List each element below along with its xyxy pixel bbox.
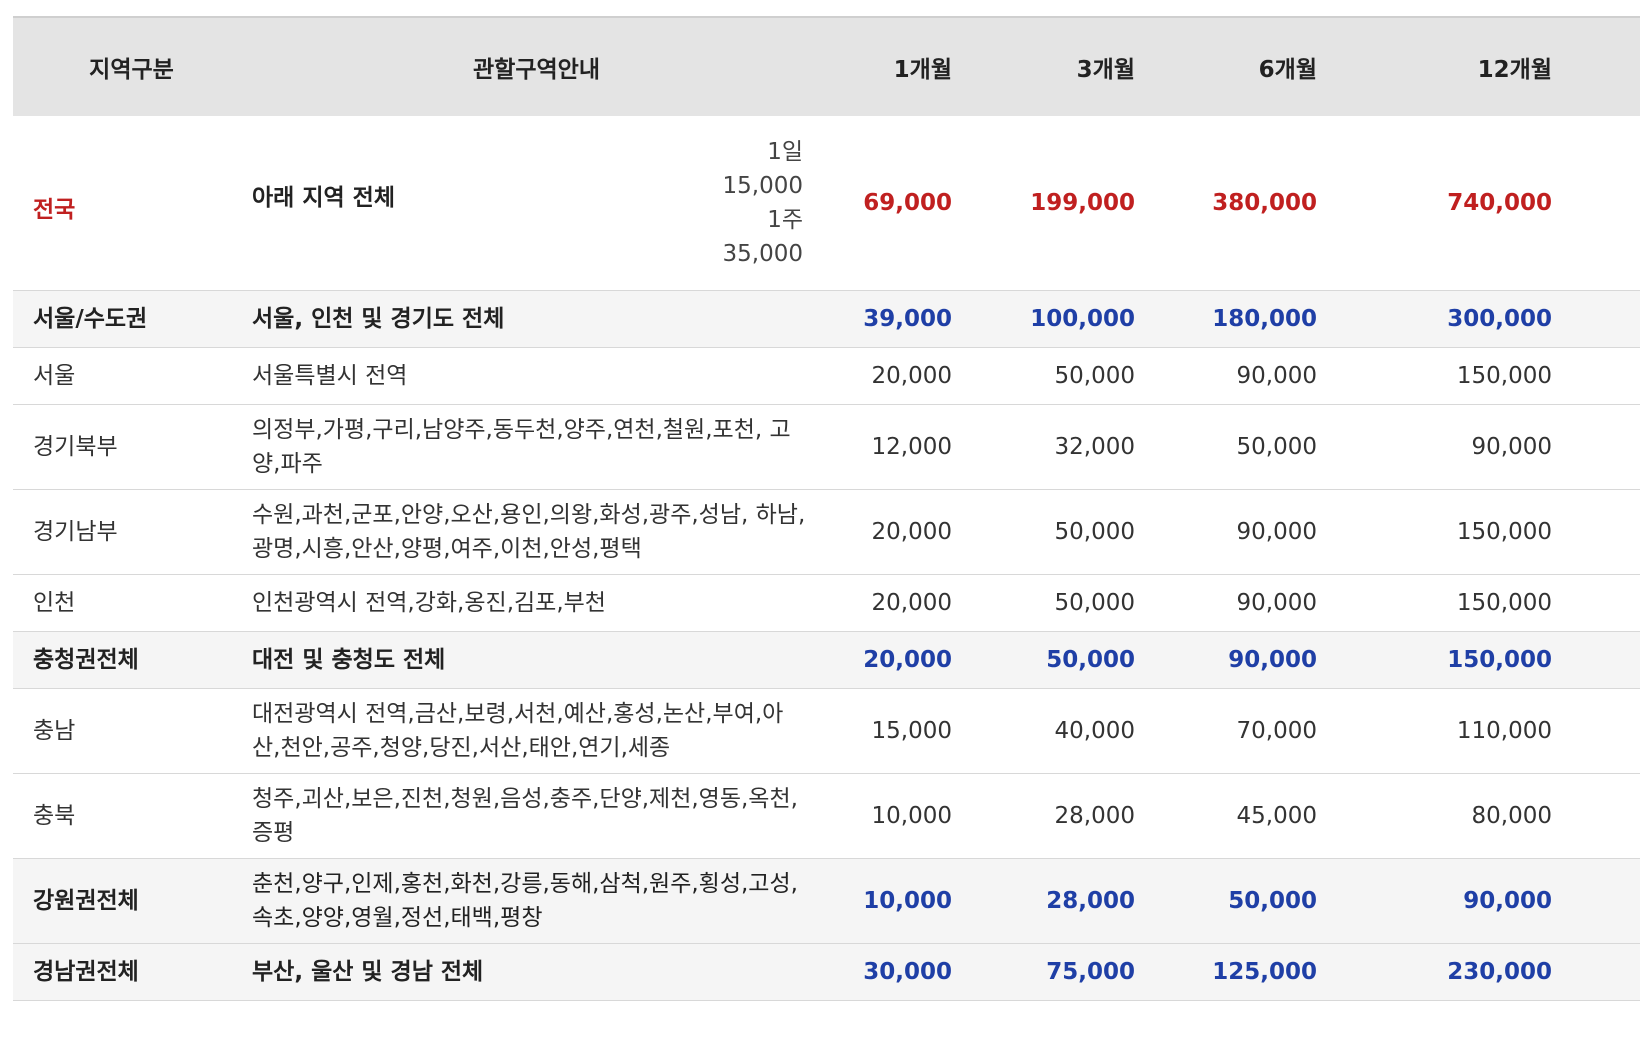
area-cell: 아래 지역 전체: [250, 116, 685, 291]
price-6-months: 90,000: [1190, 574, 1372, 632]
price-6-months: 70,000: [1190, 688, 1372, 774]
area-cell: 의정부,가평,구리,남양주,동두천,양주,연천,철원,포천, 고 양,파주: [250, 404, 823, 490]
region-cell: 인천: [13, 574, 250, 632]
price-6-months: 125,000: [1190, 943, 1372, 1001]
header-region: 지역구분: [13, 16, 250, 116]
price-12-months: 110,000: [1372, 688, 1640, 774]
header-6-months: 6개월: [1190, 16, 1372, 116]
table-row: 충남 대전광역시 전역,금산,보령,서천,예산,홍성,논산,부여,아 산,천안,…: [13, 688, 1640, 774]
price-1-month: 10,000: [823, 858, 1007, 944]
area-cell: 춘천,양구,인제,홍천,화천,강릉,동해,삼척,원주,횡성,고성, 속초,양양,…: [250, 858, 823, 944]
price-6-months: 90,000: [1190, 347, 1372, 405]
area-line: 수원,과천,군포,안양,오산,용인,의왕,화성,광주,성남, 하남,: [252, 502, 806, 528]
price-6-months: 50,000: [1190, 404, 1372, 490]
price-3-months: 28,000: [1007, 773, 1190, 859]
price-3-months: 50,000: [1007, 489, 1190, 575]
price-1-month: 12,000: [823, 404, 1007, 490]
price-1-month: 30,000: [823, 943, 1007, 1001]
week-price: 1주 35,000: [722, 207, 803, 267]
price-1-month: 10,000: [823, 773, 1007, 859]
price-1-month: 20,000: [823, 631, 1007, 689]
price-1-month: 39,000: [823, 290, 1007, 348]
price-1-month: 15,000: [823, 688, 1007, 774]
table-row-national: 전국 아래 지역 전체 1일 15,000 1주 35,000 69,000 1…: [13, 116, 1640, 291]
area-line: 속초,양양,영월,정선,태백,평창: [252, 905, 543, 931]
table-row: 충북 청주,괴산,보은,진천,청원,음성,충주,단양,제천,영동,옥천, 증평 …: [13, 773, 1640, 859]
price-6-months: 45,000: [1190, 773, 1372, 859]
price-6-months: 90,000: [1190, 631, 1372, 689]
table-row-group: 강원권전체 춘천,양구,인제,홍천,화천,강릉,동해,삼척,원주,횡성,고성, …: [13, 858, 1640, 944]
table-header-row: 지역구분 관할구역안내 1개월 3개월 6개월 12개월: [13, 16, 1640, 116]
price-6-months: 380,000: [1190, 116, 1372, 291]
area-cell: 인천광역시 전역,강화,옹진,김포,부천: [250, 574, 823, 632]
area-line: 증평: [252, 820, 295, 846]
region-cell: 서울/수도권: [13, 290, 250, 348]
table-row: 인천 인천광역시 전역,강화,옹진,김포,부천 20,000 50,000 90…: [13, 574, 1640, 632]
table-row-group: 충청권전체 대전 및 충청도 전체 20,000 50,000 90,000 1…: [13, 631, 1640, 689]
region-cell: 경기북부: [13, 404, 250, 490]
price-12-months: 740,000: [1372, 116, 1640, 291]
price-12-months: 150,000: [1372, 489, 1640, 575]
price-3-months: 50,000: [1007, 347, 1190, 405]
region-cell: 경기남부: [13, 489, 250, 575]
region-cell: 강원권전체: [13, 858, 250, 944]
price-1-month: 69,000: [823, 116, 1007, 291]
price-6-months: 180,000: [1190, 290, 1372, 348]
price-6-months: 50,000: [1190, 858, 1372, 944]
header-area: 관할구역안내: [250, 16, 823, 116]
header-12-months: 12개월: [1372, 16, 1640, 116]
price-12-months: 150,000: [1372, 631, 1640, 689]
price-3-months: 50,000: [1007, 574, 1190, 632]
price-3-months: 100,000: [1007, 290, 1190, 348]
area-cell: 부산, 울산 및 경남 전체: [250, 943, 823, 1001]
price-12-months: 150,000: [1372, 574, 1640, 632]
price-3-months: 199,000: [1007, 116, 1190, 291]
region-cell: 충청권전체: [13, 631, 250, 689]
table-row-group: 경남권전체 부산, 울산 및 경남 전체 30,000 75,000 125,0…: [13, 943, 1640, 1001]
price-1-month: 20,000: [823, 574, 1007, 632]
price-table-container: 지역구분 관할구역안내 1개월 3개월 6개월 12개월 전국 아래 지역 전체…: [13, 16, 1640, 1001]
price-1-month: 20,000: [823, 347, 1007, 405]
price-12-months: 90,000: [1372, 404, 1640, 490]
area-line: 양,파주: [252, 451, 323, 477]
price-12-months: 90,000: [1372, 858, 1640, 944]
region-cell: 서울: [13, 347, 250, 405]
region-cell: 전국: [13, 116, 250, 291]
area-line: 대전광역시 전역,금산,보령,서천,예산,홍성,논산,부여,아: [252, 701, 784, 727]
price-6-months: 90,000: [1190, 489, 1372, 575]
price-3-months: 50,000: [1007, 631, 1190, 689]
price-12-months: 300,000: [1372, 290, 1640, 348]
header-3-months: 3개월: [1007, 16, 1190, 116]
area-cell: 서울특별시 전역: [250, 347, 823, 405]
price-3-months: 28,000: [1007, 858, 1190, 944]
table-row: 경기북부 의정부,가평,구리,남양주,동두천,양주,연천,철원,포천, 고 양,…: [13, 404, 1640, 490]
price-12-months: 80,000: [1372, 773, 1640, 859]
day-week-price-cell: 1일 15,000 1주 35,000: [685, 116, 823, 291]
header-1-month: 1개월: [823, 16, 1007, 116]
price-12-months: 150,000: [1372, 347, 1640, 405]
price-3-months: 40,000: [1007, 688, 1190, 774]
table-row-group: 서울/수도권 서울, 인천 및 경기도 전체 39,000 100,000 18…: [13, 290, 1640, 348]
region-cell: 충북: [13, 773, 250, 859]
area-cell: 대전광역시 전역,금산,보령,서천,예산,홍성,논산,부여,아 산,천안,공주,…: [250, 688, 823, 774]
regional-price-table: 지역구분 관할구역안내 1개월 3개월 6개월 12개월 전국 아래 지역 전체…: [13, 16, 1640, 1001]
area-line: 광명,시흥,안산,양평,여주,이천,안성,평택: [252, 536, 642, 562]
table-row: 경기남부 수원,과천,군포,안양,오산,용인,의왕,화성,광주,성남, 하남, …: [13, 489, 1640, 575]
area-line: 청주,괴산,보은,진천,청원,음성,충주,단양,제천,영동,옥천,: [252, 786, 798, 812]
table-row: 서울 서울특별시 전역 20,000 50,000 90,000 150,000: [13, 347, 1640, 405]
area-cell: 청주,괴산,보은,진천,청원,음성,충주,단양,제천,영동,옥천, 증평: [250, 773, 823, 859]
area-cell: 대전 및 충청도 전체: [250, 631, 823, 689]
price-1-month: 20,000: [823, 489, 1007, 575]
area-line: 산,천안,공주,청양,당진,서산,태안,연기,세종: [252, 735, 671, 761]
price-12-months: 230,000: [1372, 943, 1640, 1001]
area-cell: 서울, 인천 및 경기도 전체: [250, 290, 823, 348]
price-3-months: 32,000: [1007, 404, 1190, 490]
area-line: 의정부,가평,구리,남양주,동두천,양주,연천,철원,포천, 고: [252, 417, 791, 443]
area-line: 춘천,양구,인제,홍천,화천,강릉,동해,삼척,원주,횡성,고성,: [252, 871, 798, 897]
day-price: 1일 15,000: [722, 139, 803, 199]
price-3-months: 75,000: [1007, 943, 1190, 1001]
region-cell: 경남권전체: [13, 943, 250, 1001]
region-cell: 충남: [13, 688, 250, 774]
area-cell: 수원,과천,군포,안양,오산,용인,의왕,화성,광주,성남, 하남, 광명,시흥…: [250, 489, 823, 575]
